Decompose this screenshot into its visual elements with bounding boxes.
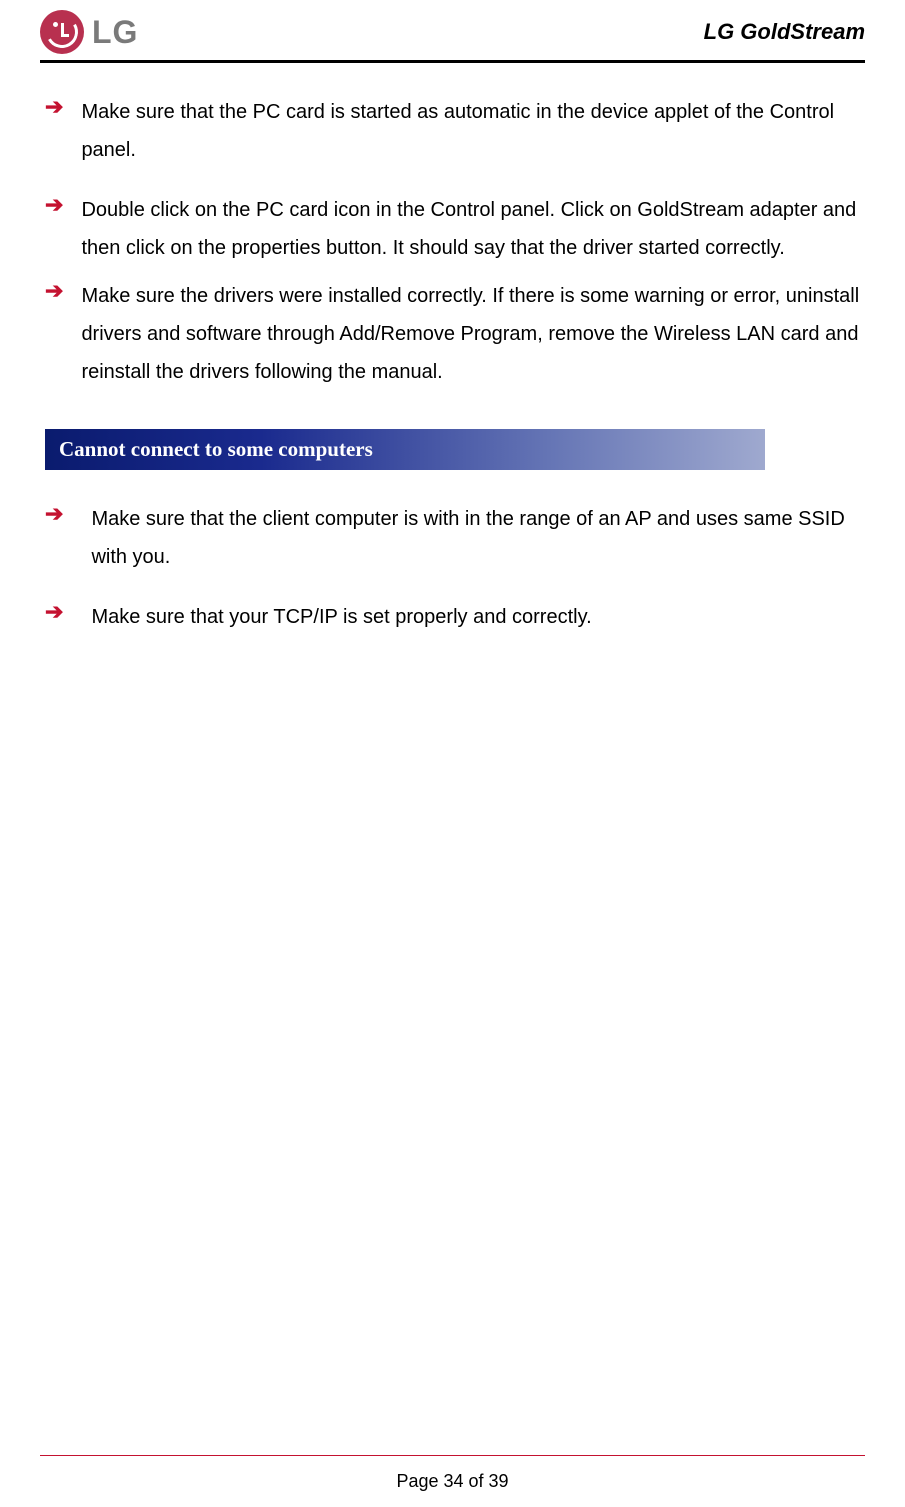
bullet-item: ➔ Make sure the drivers were installed c… [45,277,860,391]
arrow-right-icon: ➔ [45,191,63,219]
arrow-right-icon: ➔ [45,277,63,305]
page-content: ➔ Make sure that the PC card is started … [40,93,865,1455]
bullet-item: ➔ Make sure that the PC card is started … [45,93,860,169]
arrow-right-icon: ➔ [45,598,63,626]
page-footer: Page 34 of 39 [40,1455,865,1507]
section-heading: Cannot connect to some computers [45,429,765,470]
bullet-text: Make sure that the client computer is wi… [81,500,860,576]
lg-logo-icon [40,10,84,54]
logo-text: LG [92,14,138,51]
page-header: LG LG GoldStream [40,10,865,63]
bullet-text: Make sure the drivers were installed cor… [81,277,860,391]
bullet-item: ➔ Make sure that your TCP/IP is set prop… [45,598,860,636]
product-title: LG GoldStream [704,19,865,45]
bullet-text: Make sure that your TCP/IP is set proper… [81,598,591,636]
bullet-text: Double click on the PC card icon in the … [81,191,860,267]
arrow-right-icon: ➔ [45,93,63,121]
bullet-text: Make sure that the PC card is started as… [81,93,860,169]
page-number: Page 34 of 39 [396,1471,508,1491]
logo-container: LG [40,10,138,54]
bullet-item: ➔ Double click on the PC card icon in th… [45,191,860,267]
document-page: LG LG GoldStream ➔ Make sure that the PC… [0,0,905,1507]
bullet-item: ➔ Make sure that the client computer is … [45,500,860,576]
arrow-right-icon: ➔ [45,500,63,528]
